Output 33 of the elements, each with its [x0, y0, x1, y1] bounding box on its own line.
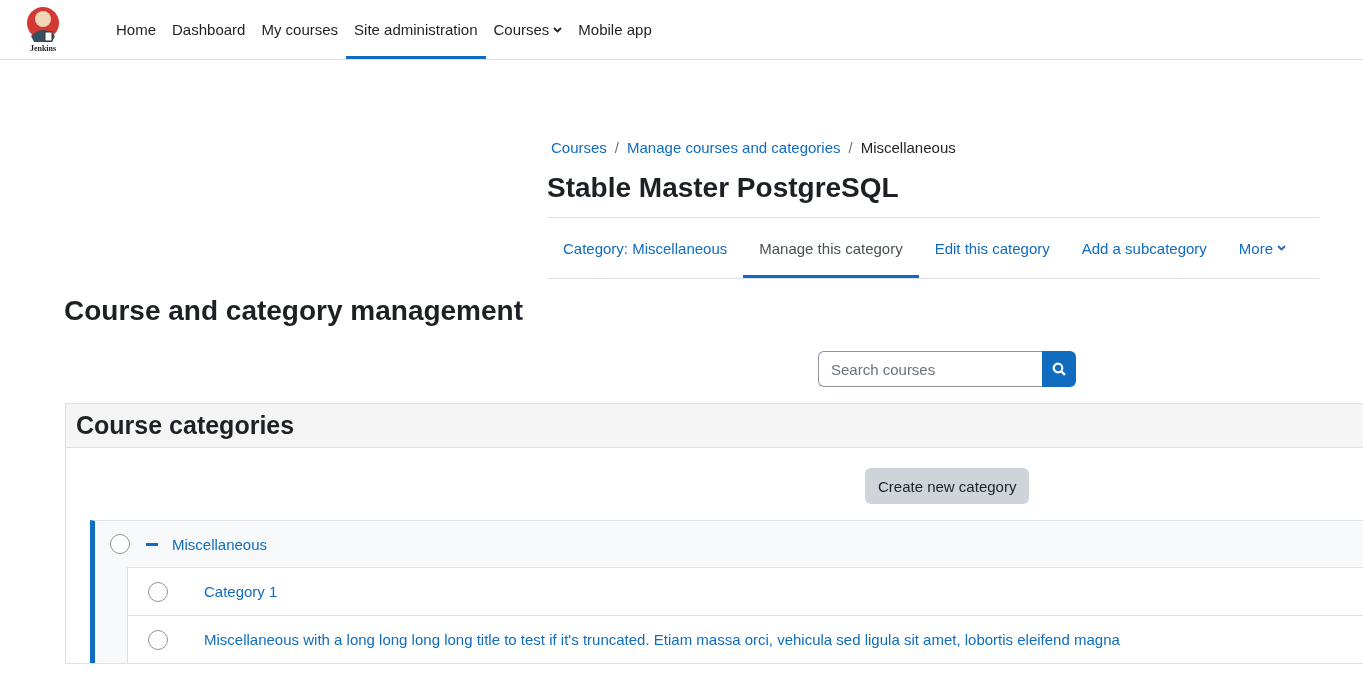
- section-heading: Course and category management: [64, 295, 525, 327]
- collapse-icon[interactable]: [146, 542, 158, 546]
- category-checkbox[interactable]: [148, 581, 168, 602]
- page-title: Stable Master PostgreSQL: [547, 172, 900, 204]
- search-button[interactable]: [1042, 351, 1076, 387]
- secondary-tab[interactable]: More: [1222, 218, 1302, 278]
- search-field[interactable]: Search courses: [818, 351, 1042, 387]
- nav-link[interactable]: Site administration: [346, 0, 486, 59]
- secondary-tab[interactable]: Edit this category: [918, 218, 1066, 278]
- breadcrumb-link[interactable]: Courses: [551, 139, 607, 156]
- secondary-tab[interactable]: Add a subcategory: [1065, 218, 1223, 278]
- nav-link[interactable]: Courses: [485, 0, 571, 59]
- secondary-tab[interactable]: Manage this category: [743, 218, 919, 278]
- search-icon: [1052, 362, 1066, 376]
- current-page-label: Miscellaneous: [860, 139, 956, 156]
- nav-link[interactable]: Home: [108, 0, 164, 59]
- category-link[interactable]: Miscellaneous: [172, 535, 268, 553]
- logo[interactable]: Jenkins: [0, 0, 88, 59]
- butler-logo-icon: [26, 6, 60, 44]
- nav-link[interactable]: Mobile app: [570, 0, 660, 59]
- breadcrumb-link[interactable]: Manage courses and categories: [627, 139, 841, 156]
- category-link[interactable]: Category 1: [204, 583, 278, 600]
- breadcrumb-separator: /: [848, 139, 853, 156]
- create-category-button[interactable]: Create new category: [865, 468, 1030, 504]
- nav-link[interactable]: Dashboard: [164, 0, 254, 59]
- secondary-tab[interactable]: Category: Miscellaneous: [547, 218, 744, 278]
- panel-title: Course categories: [76, 411, 295, 440]
- category-checkbox[interactable]: [148, 629, 168, 650]
- breadcrumb-separator: /: [614, 139, 620, 156]
- nav-link[interactable]: My courses: [253, 0, 347, 59]
- category-link[interactable]: Miscellaneous with a long long long long title to test if it's truncated. Etiam massa orci, vehicula sed ligula sit amet, lobortis eleifend magna: [204, 631, 1120, 648]
- logo-text: Jenkins: [29, 44, 57, 53]
- category-checkbox[interactable]: [110, 534, 130, 554]
